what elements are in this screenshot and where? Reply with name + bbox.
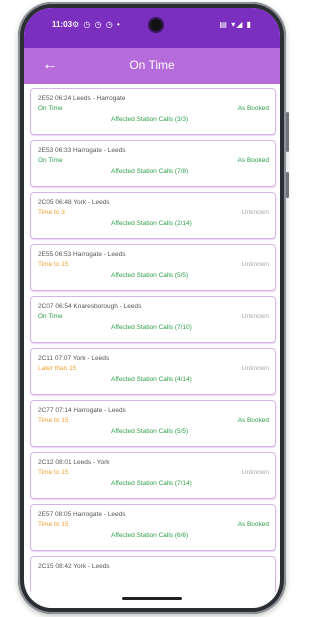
booking-status: Unknown [241, 313, 269, 320]
affected-station-calls-link[interactable]: Affected Station Calls (2/14) [111, 220, 192, 227]
service-card[interactable]: 2C12 08:01 Leeds - York Time to 15 Unknown… [30, 452, 276, 499]
home-indicator[interactable] [122, 597, 182, 600]
booking-status: As Booked [237, 157, 269, 164]
service-card[interactable]: 2C77 07:14 Harrogate - Leeds Time to 15 As… [30, 400, 276, 447]
app-bar: ← On Time [24, 48, 280, 84]
service-card[interactable]: 2C15 08:42 York - Leeds [30, 556, 276, 592]
page-title: On Time [129, 58, 175, 72]
punctuality-status: On Time [38, 157, 63, 164]
punctuality-status: Time to 15 [38, 417, 69, 424]
punctuality-status: Later than 15 [38, 365, 77, 372]
system-icons: ▤ ▾◢ ▮ [219, 20, 252, 29]
service-list[interactable]: 2E52 06:24 Leeds - Harrogate On Time As Bo… [24, 88, 280, 592]
app-screen: 11:03 ⚙ ◷ ◷ ◷ • ▤ ▾◢ ▮ ← On Time 2E52 06… [24, 8, 280, 608]
service-title: 2C77 07:14 Harrogate - Leeds [38, 407, 126, 414]
status-time: 11:03 [52, 20, 73, 29]
punctuality-status: Time to 15 [38, 521, 69, 528]
affected-station-calls-link[interactable]: Affected Station Calls (5/5) [111, 272, 188, 279]
affected-station-calls-link[interactable]: Affected Station Calls (7/8) [111, 168, 188, 175]
punctuality-status: Time to 15 [38, 469, 69, 476]
booking-status: Unknown [241, 469, 269, 476]
service-title: 2C07 06:54 Knaresborough - Leeds [38, 303, 142, 310]
service-title: 2E55 06:53 Harrogate - Leeds [38, 251, 126, 258]
notification-icons: ⚙ ◷ ◷ ◷ • [72, 20, 121, 29]
affected-station-calls-link[interactable]: Affected Station Calls (7/10) [111, 324, 192, 331]
volume-button [286, 112, 289, 152]
booking-status: As Booked [237, 105, 269, 112]
camera-cutout [148, 17, 164, 33]
navigation-bar [24, 592, 280, 608]
power-button [286, 172, 289, 198]
booking-status: As Booked [237, 521, 269, 528]
service-title: 2E53 06:33 Harrogate - Leeds [38, 147, 126, 154]
affected-station-calls-link[interactable]: Affected Station Calls (4/14) [111, 376, 192, 383]
service-title: 2E52 06:24 Leeds - Harrogate [38, 95, 126, 102]
booking-status: Unknown [241, 261, 269, 268]
affected-station-calls-link[interactable]: Affected Station Calls (3/3) [111, 116, 188, 123]
service-card[interactable]: 2C05 06:48 York - Leeds Time to 3 Unknown A… [30, 192, 276, 239]
service-card[interactable]: 2E53 06:33 Harrogate - Leeds On Time As Bo… [30, 140, 276, 187]
booking-status: Unknown [241, 365, 269, 372]
booking-status: Unknown [241, 209, 269, 216]
status-bar: 11:03 ⚙ ◷ ◷ ◷ • ▤ ▾◢ ▮ [24, 8, 280, 48]
booking-status: As Booked [237, 417, 269, 424]
affected-station-calls-link[interactable]: Affected Station Calls (5/5) [111, 428, 188, 435]
service-card[interactable]: 2E57 08:05 Harrogate - Leeds Time to 15 As… [30, 504, 276, 551]
service-card[interactable]: 2C07 06:54 Knaresborough - Leeds On Time U… [30, 296, 276, 343]
phone-frame: 11:03 ⚙ ◷ ◷ ◷ • ▤ ▾◢ ▮ ← On Time 2E52 06… [18, 2, 289, 614]
affected-station-calls-link[interactable]: Affected Station Calls (7/14) [111, 480, 192, 487]
service-title: 2E57 08:05 Harrogate - Leeds [38, 511, 126, 518]
service-card[interactable]: 2E52 06:24 Leeds - Harrogate On Time As Bo… [30, 88, 276, 135]
service-title: 2C12 08:01 Leeds - York [38, 459, 110, 466]
punctuality-status: Time to 3 [38, 209, 65, 216]
punctuality-status: Time to 15 [38, 261, 69, 268]
service-title: 2C05 06:48 York - Leeds [38, 199, 110, 206]
affected-station-calls-link[interactable]: Affected Station Calls (6/6) [111, 532, 188, 539]
service-title: 2C15 08:42 York - Leeds [38, 563, 110, 570]
service-title: 2C11 07:07 York - Leeds [38, 355, 110, 362]
service-card[interactable]: 2C11 07:07 York - Leeds Later than 15 Unkn… [30, 348, 276, 395]
punctuality-status: On Time [38, 105, 63, 112]
punctuality-status: On Time [38, 313, 63, 320]
service-card[interactable]: 2E55 06:53 Harrogate - Leeds Time to 15 Un… [30, 244, 276, 291]
